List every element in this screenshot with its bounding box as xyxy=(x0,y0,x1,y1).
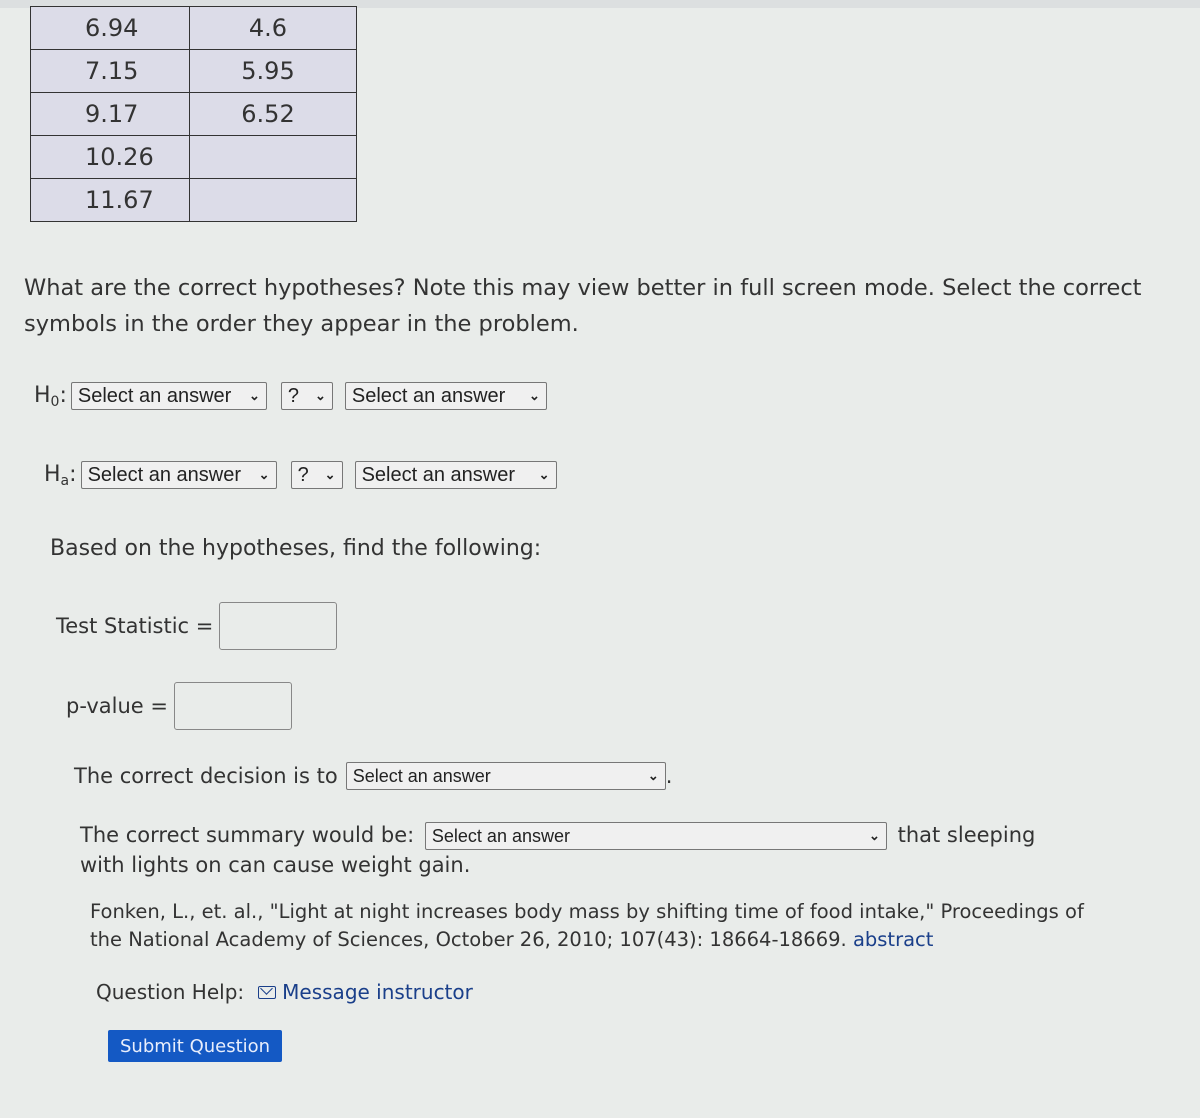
summary-label: The correct summary would be: xyxy=(80,823,415,847)
table-cell xyxy=(189,135,357,179)
chevron-down-icon: ⌄ xyxy=(324,467,336,482)
submit-question-button[interactable]: Submit Question xyxy=(108,1030,283,1062)
table-row: 9.17 6.52 xyxy=(30,92,357,136)
colon: : xyxy=(59,382,67,408)
chevron-down-icon: ⌄ xyxy=(647,768,659,783)
p-value-label: p-value = xyxy=(66,694,168,718)
select-value: Select an answer xyxy=(361,463,515,486)
null-hypothesis-label: H0: xyxy=(34,383,67,410)
ha-operator-select[interactable]: ? ⌄ xyxy=(290,461,343,489)
select-value: Select an answer xyxy=(352,765,491,786)
colon: : xyxy=(69,461,77,487)
chevron-down-icon: ⌄ xyxy=(528,388,540,403)
null-hypothesis-row: H0: Select an answer ⌄ ? ⌄ Select an answe… xyxy=(34,382,547,410)
ha-parameter-select[interactable]: Select an answer ⌄ xyxy=(80,461,277,489)
table-row: 7.15 5.95 xyxy=(30,49,357,93)
table-row: 11.67 xyxy=(30,178,357,222)
p-value-row: p-value = xyxy=(66,682,292,730)
table-cell: 10.26 xyxy=(30,135,190,179)
p-value-input[interactable] xyxy=(173,682,292,730)
table-cell: 6.52 xyxy=(189,92,357,136)
summary-select[interactable]: Select an answer ⌄ xyxy=(424,822,887,850)
table-row: 10.26 xyxy=(30,135,357,179)
instructions-text: Based on the hypotheses, find the follow… xyxy=(50,536,542,561)
h-subscript: a xyxy=(60,472,70,489)
table-cell xyxy=(189,178,357,222)
decision-select[interactable]: Select an answer ⌄ xyxy=(345,762,666,790)
table-cell: 9.17 xyxy=(30,92,190,136)
select-value: Select an answer xyxy=(431,826,570,846)
h0-operator-select[interactable]: ? ⌄ xyxy=(280,382,333,410)
citation: Fonken, L., et. al., "Light at night inc… xyxy=(90,898,1090,954)
table-row: 6.94 4.6 xyxy=(30,6,357,50)
table-cell: 5.95 xyxy=(189,49,357,93)
chevron-down-icon: ⌄ xyxy=(248,388,260,403)
test-statistic-row: Test Statistic = xyxy=(56,602,338,650)
h0-value-select[interactable]: Select an answer ⌄ xyxy=(344,382,547,410)
test-statistic-label: Test Statistic = xyxy=(56,614,214,638)
decision-period: . xyxy=(665,764,673,788)
abstract-link[interactable]: abstract xyxy=(853,928,933,951)
envelope-icon xyxy=(258,985,277,999)
table-cell: 6.94 xyxy=(30,6,190,50)
select-value: ? xyxy=(287,384,300,407)
summary-row: The correct summary would be: Select an … xyxy=(80,820,1080,880)
chevron-down-icon: ⌄ xyxy=(538,467,550,482)
ha-value-select[interactable]: Select an answer ⌄ xyxy=(354,461,557,489)
table-cell: 4.6 xyxy=(189,6,357,50)
chevron-down-icon: ⌄ xyxy=(314,388,326,403)
select-value: Select an answer xyxy=(351,384,506,407)
data-table: 6.94 4.6 7.15 5.95 9.17 6.52 10.26 11.67 xyxy=(30,6,357,222)
message-instructor-link[interactable]: Message instructor xyxy=(282,980,473,1004)
chevron-down-icon: ⌄ xyxy=(258,467,270,482)
question-help: Question Help: Message instructor xyxy=(96,980,473,1004)
decision-row: The correct decision is to Select an ans… xyxy=(74,762,672,790)
decision-label: The correct decision is to xyxy=(74,764,338,788)
select-value: ? xyxy=(297,463,309,486)
table-cell: 11.67 xyxy=(30,178,190,222)
select-value: Select an answer xyxy=(87,463,241,486)
citation-text: Fonken, L., et. al., "Light at night inc… xyxy=(90,900,1084,951)
question-text: What are the correct hypotheses? Note th… xyxy=(24,275,1142,337)
chevron-down-icon: ⌄ xyxy=(869,828,880,843)
table-cell: 7.15 xyxy=(30,49,190,93)
h-letter: H xyxy=(44,461,61,487)
select-value: Select an answer xyxy=(77,384,232,407)
h0-parameter-select[interactable]: Select an answer ⌄ xyxy=(70,382,267,410)
alternative-hypothesis-label: Ha: xyxy=(44,462,77,489)
alternative-hypothesis-row: Ha: Select an answer ⌄ ? ⌄ Select an answe… xyxy=(44,461,557,489)
question-help-label: Question Help: xyxy=(96,980,245,1004)
h-letter: H xyxy=(34,382,51,408)
test-statistic-input[interactable] xyxy=(219,602,338,650)
